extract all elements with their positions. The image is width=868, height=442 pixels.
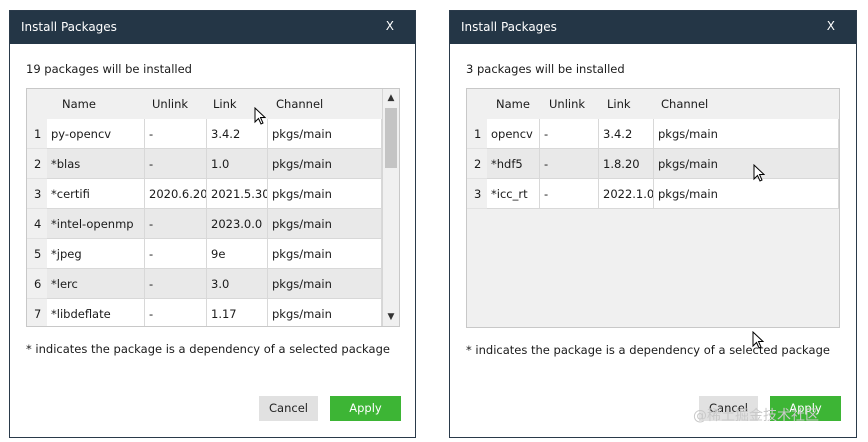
dialog-title: Install Packages [21, 20, 117, 34]
row-number: 4 [27, 209, 47, 239]
column-header-channel[interactable]: Channel [661, 97, 708, 111]
dialog-title: Install Packages [461, 20, 557, 34]
cell-name: *hdf5 [487, 149, 540, 179]
install-summary: 3 packages will be installed [466, 62, 625, 76]
cell-unlink: - [145, 239, 207, 269]
cell-name: *intel-openmp [47, 209, 145, 239]
install-packages-dialog-right: Install Packages X 3 packages will be in… [449, 10, 857, 438]
table-empty-area [487, 209, 839, 327]
table-row[interactable]: 7 *libdeflate -1.17 pkgs/main [27, 299, 382, 326]
column-header-link[interactable]: Link [213, 97, 237, 111]
install-summary: 19 packages will be installed [26, 62, 192, 76]
row-number: 2 [27, 149, 47, 179]
cell-unlink: 2020.6.20 [145, 179, 207, 209]
table-header: Name Unlink Link Channel [467, 89, 839, 118]
vertical-scrollbar[interactable]: ▲ ▼ [382, 89, 399, 326]
table-row[interactable]: 2 *hdf5-1.8.20 pkgs/main [467, 149, 839, 179]
cell-unlink: - [145, 269, 207, 299]
table-header: Name Unlink Link Channel [27, 89, 382, 118]
close-icon[interactable]: X [386, 19, 394, 33]
cell-unlink: - [540, 149, 599, 179]
dialog-titlebar: Install Packages X [10, 11, 415, 44]
cell-channel: pkgs/main [654, 149, 839, 179]
cell-channel: pkgs/main [268, 299, 382, 326]
column-header-channel[interactable]: Channel [276, 97, 323, 111]
table-row[interactable]: 1 opencv -3.4.2 pkgs/main [467, 119, 839, 149]
cell-channel: pkgs/main [654, 119, 839, 149]
table-row[interactable]: 4 *intel-openmp -2023.0.0 pkgs/main [27, 209, 382, 239]
scroll-down-icon[interactable]: ▼ [385, 310, 397, 324]
packages-table: Name Unlink Link Channel 1 opencv -3.4.2 pk… [466, 88, 840, 328]
cell-name: *libdeflate [47, 299, 145, 326]
cell-name: *lerc [47, 269, 145, 299]
packages-table: Name Unlink Link Channel 1 py-opencv -3.4.… [26, 88, 400, 327]
column-header-unlink[interactable]: Unlink [152, 97, 188, 111]
column-header-name[interactable]: Name [496, 97, 530, 111]
row-number: 1 [27, 119, 47, 149]
cancel-button[interactable]: Cancel [259, 396, 318, 421]
cell-link: 9e [207, 239, 268, 269]
table-row[interactable]: 2 *blas -1.0 pkgs/main [27, 149, 382, 179]
cell-link: 1.0 [207, 149, 268, 179]
cell-link: 2023.0.0 [207, 209, 268, 239]
dialog-titlebar: Install Packages X [450, 11, 856, 44]
cell-unlink: - [145, 119, 207, 149]
dependency-note: * indicates the package is a dependency … [26, 342, 390, 356]
column-header-link[interactable]: Link [607, 97, 631, 111]
cell-channel: pkgs/main [268, 239, 382, 269]
cell-unlink: - [145, 209, 207, 239]
mouse-cursor-icon [254, 107, 266, 125]
cell-unlink: - [540, 119, 599, 149]
cell-channel: pkgs/main [268, 269, 382, 299]
cell-name: opencv [487, 119, 540, 149]
apply-button[interactable]: Apply [330, 396, 401, 421]
row-number: 6 [27, 269, 47, 299]
row-number: 5 [27, 239, 47, 269]
cell-link: 3.4.2 [599, 119, 654, 149]
cell-name: *icc_rt [487, 179, 540, 209]
cell-name: py-opencv [47, 119, 145, 149]
scrollbar-thumb[interactable] [385, 108, 397, 168]
mouse-cursor-icon [752, 331, 764, 349]
dependency-note: * indicates the package is a dependency … [466, 343, 830, 357]
cell-channel: pkgs/main [268, 149, 382, 179]
cell-link: 2022.1.0 [599, 179, 654, 209]
row-number: 1 [467, 119, 487, 149]
cell-name: *certifi [47, 179, 145, 209]
cell-unlink: - [540, 179, 599, 209]
cell-channel: pkgs/main [654, 179, 839, 209]
cell-name: *jpeg [47, 239, 145, 269]
row-number: 3 [467, 179, 487, 209]
cell-unlink: - [145, 299, 207, 326]
cell-channel: pkgs/main [268, 209, 382, 239]
cell-channel: pkgs/main [268, 179, 382, 209]
column-header-unlink[interactable]: Unlink [549, 97, 585, 111]
cell-link: 2021.5.30 [207, 179, 268, 209]
table-row[interactable]: 5 *jpeg -9e pkgs/main [27, 239, 382, 269]
table-row[interactable]: 3 *certifi 2020.6.20 2021.5.30 pkgs/main [27, 179, 382, 209]
cell-unlink: - [145, 149, 207, 179]
close-icon[interactable]: X [827, 19, 835, 33]
cell-link: 3.0 [207, 269, 268, 299]
mouse-cursor-icon [753, 164, 765, 182]
cell-link: 1.17 [207, 299, 268, 326]
row-number: 7 [27, 299, 47, 326]
scroll-up-icon[interactable]: ▲ [385, 91, 397, 105]
install-packages-dialog-left: Install Packages X 19 packages will be i… [9, 10, 416, 438]
row-number: 3 [27, 179, 47, 209]
watermark: @稀土掘金技术社区 [693, 408, 819, 424]
table-row[interactable]: 1 py-opencv -3.4.2 pkgs/main [27, 119, 382, 149]
cell-link: 1.8.20 [599, 149, 654, 179]
column-header-name[interactable]: Name [62, 97, 96, 111]
cell-channel: pkgs/main [268, 119, 382, 149]
table-row[interactable]: 6 *lerc -3.0 pkgs/main [27, 269, 382, 299]
cell-name: *blas [47, 149, 145, 179]
table-row[interactable]: 3 *icc_rt -2022.1.0 pkgs/main [467, 179, 839, 209]
row-number: 2 [467, 149, 487, 179]
